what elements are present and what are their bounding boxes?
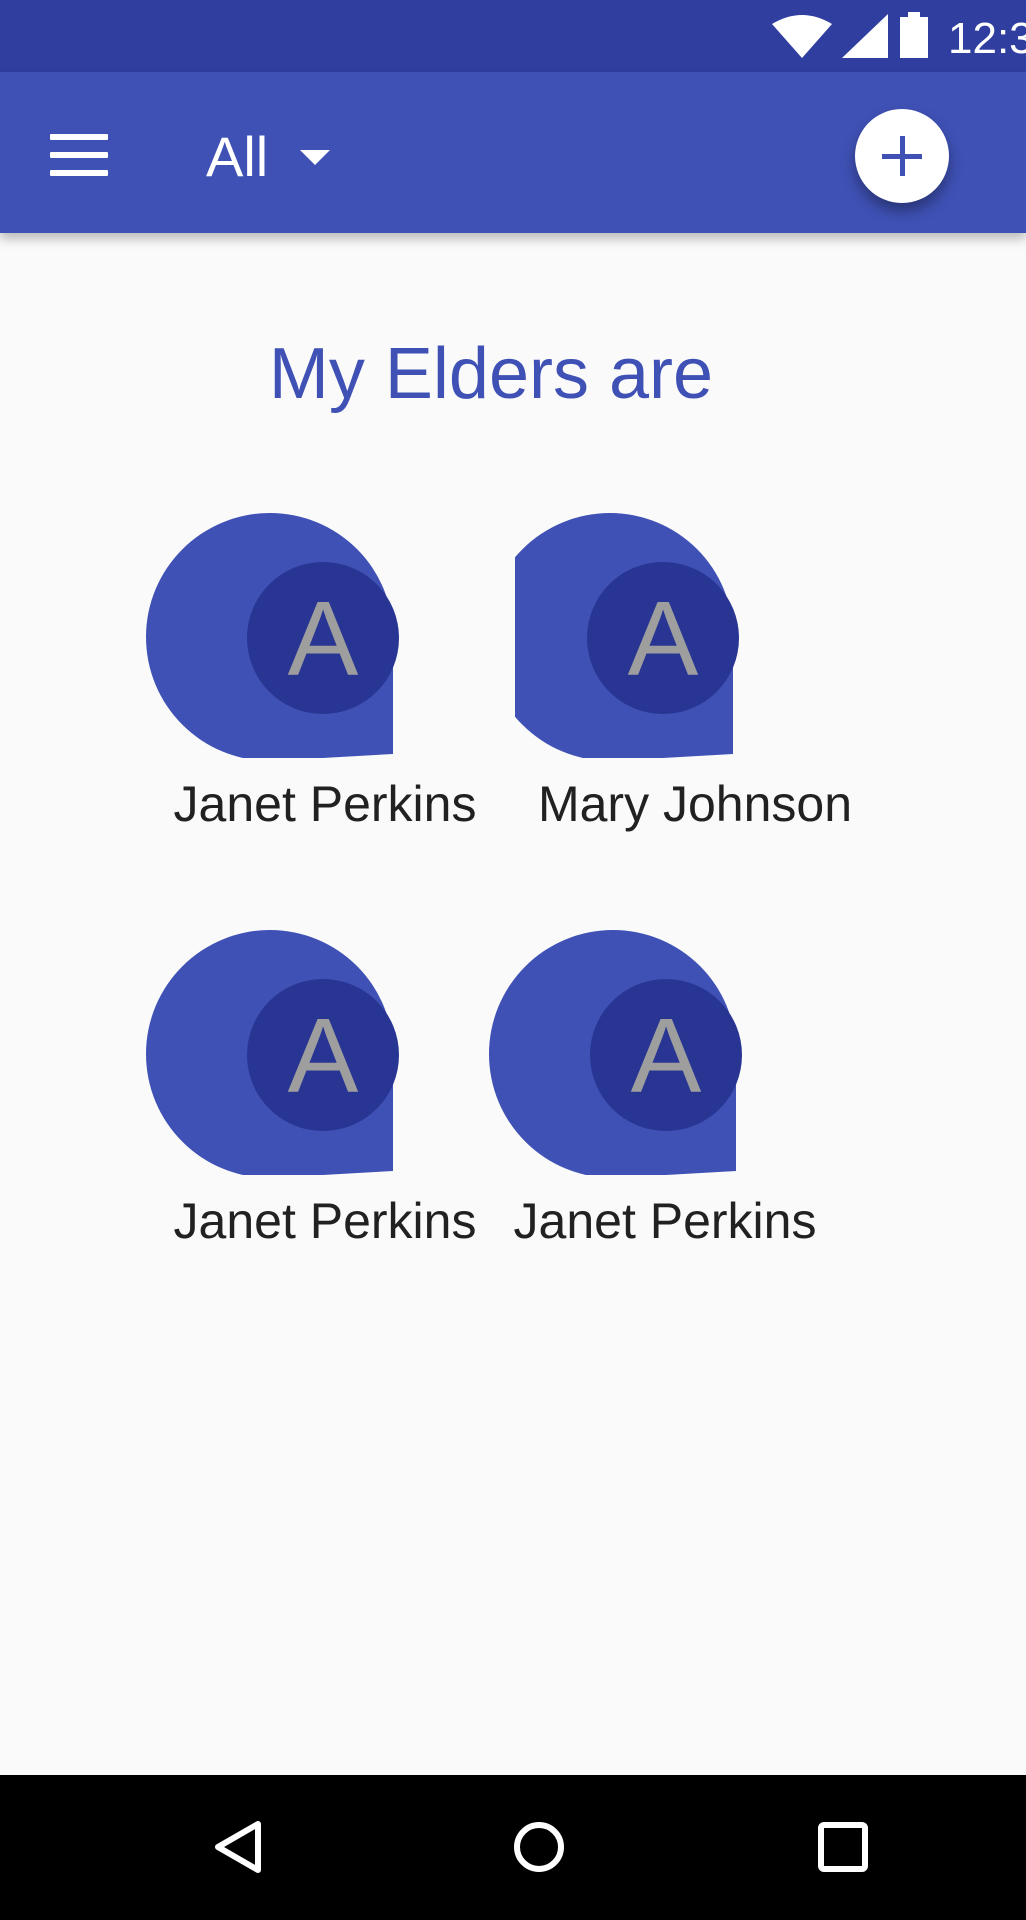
plus-icon [882,136,922,176]
back-icon[interactable] [212,1820,266,1874]
avatar: A [145,930,505,1175]
status-bar: 12:3 [0,0,1026,72]
menu-icon[interactable] [50,134,108,176]
elder-name: Janet Perkins [513,1193,817,1249]
elder-name: Janet Perkins [173,1193,477,1249]
status-time: 12:3 [948,14,1026,63]
battery-icon [900,12,928,58]
dropdown-arrow-icon [300,150,330,165]
elder-name: Mary Johnson [537,776,853,832]
home-icon[interactable] [512,1820,566,1874]
recents-icon[interactable] [816,1820,870,1874]
avatar: A [515,513,875,758]
elder-card[interactable]: A Mary Johnson [515,513,875,873]
avatar-pin-icon: A [489,930,742,1175]
avatar-initial: A [628,580,699,698]
signal-icon [842,14,888,58]
avatar-initial: A [288,997,359,1115]
avatar-pin-icon: A [146,930,399,1175]
elder-name: Janet Perkins [173,776,477,832]
navigation-bar [0,1775,1026,1920]
avatar-pin-icon: A [146,513,399,758]
avatar-initial: A [631,997,702,1115]
filter-label: All [206,125,269,188]
app-bar: All [0,72,1026,233]
main-content: My Elders are A Janet Perkins A Mary Joh… [0,233,1026,1775]
avatar-pin-icon: A [515,513,739,758]
avatar-initial: A [288,580,359,698]
elder-card[interactable]: A Janet Perkins [485,930,845,1290]
elder-card[interactable]: A Janet Perkins [145,930,505,1290]
avatar: A [485,930,845,1175]
page-title: My Elders are [268,334,714,414]
wifi-icon [772,15,832,58]
avatar: A [145,513,505,758]
add-elder-button[interactable] [855,109,949,203]
elder-card[interactable]: A Janet Perkins [145,513,505,873]
